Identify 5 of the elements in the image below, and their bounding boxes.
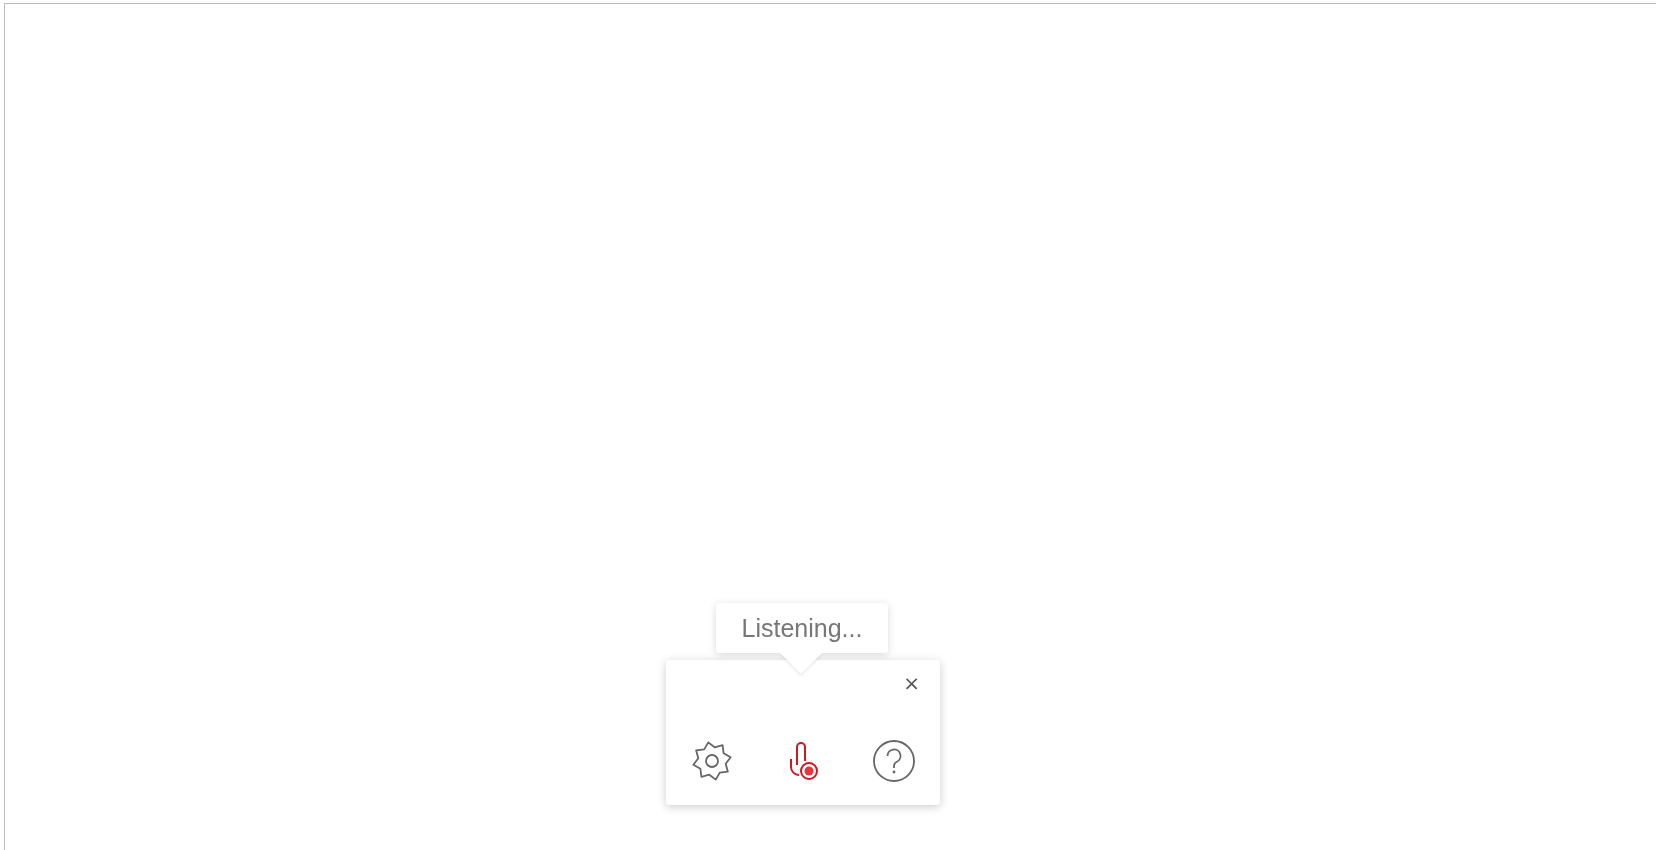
close-button[interactable]: × — [903, 672, 920, 694]
settings-icon — [690, 739, 734, 783]
tooltip-text: Listening... — [741, 613, 863, 643]
help-icon — [871, 738, 917, 784]
help-button[interactable] — [870, 737, 918, 785]
